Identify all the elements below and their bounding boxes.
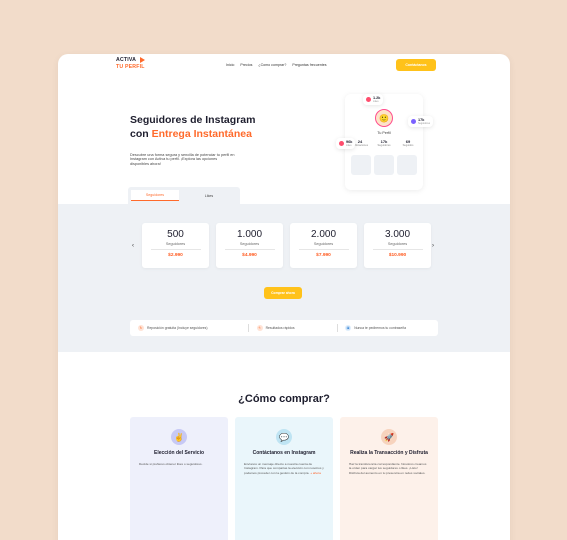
feature-item: ↻ Reposición gratuita (Incluye seguidore… — [138, 325, 248, 331]
package-price: $10.990 — [388, 252, 407, 258]
browser-page: ACTIVA TU PERFIL Inicio Precios ¿Como co… — [58, 54, 510, 540]
package-amount: 2.000 — [310, 229, 337, 240]
package-amount: 500 — [167, 229, 184, 240]
nav-item-precios[interactable]: Precios — [240, 63, 252, 67]
rocket-icon: 🚀 — [381, 429, 397, 445]
feature-text: Nunca te pediremos tu contraseña — [354, 326, 407, 330]
package-label: Seguidores — [387, 242, 408, 246]
service-tabs: Seguidores Likes — [128, 187, 240, 204]
feature-item: ϟ Resultados rápidos — [256, 325, 337, 331]
package-card[interactable]: 500 Seguidores $2.990 — [142, 223, 209, 268]
step-title: Elección del Servicio — [153, 450, 205, 456]
package-label: Seguidores — [239, 242, 260, 246]
logo-line1: ACTIVA — [116, 57, 137, 63]
package-price: $2.990 — [168, 252, 183, 258]
site-logo[interactable]: ACTIVA TU PERFIL — [116, 57, 156, 73]
post-thumbnail — [374, 155, 394, 175]
hand-icon: ✌ — [171, 429, 187, 445]
hero-description: Descubre una forma segura y sencilla de … — [130, 153, 235, 166]
divider — [298, 249, 349, 250]
followers-bubble: 17k Seguidores — [408, 116, 434, 127]
nav-item-faq[interactable]: Preguntas frecuentes — [292, 63, 326, 67]
step-description: Haz la transferencia correspondiente. No… — [349, 462, 429, 476]
logo-line2: TU PERFIL — [116, 64, 145, 70]
divider — [150, 249, 201, 250]
step-description-text: Haz la transferencia correspondiente. No… — [349, 461, 427, 475]
step-card: ✌ Elección del Servicio Decide si prefie… — [130, 417, 228, 540]
bolt-icon: ϟ — [256, 325, 263, 331]
package-label: Seguidores — [313, 242, 334, 246]
profile-stat-label: Seguidores — [377, 144, 391, 147]
post-thumbnail — [397, 155, 417, 175]
package-card[interactable]: 2.000 Seguidores $7.990 — [290, 223, 357, 268]
likes-bubble: 1.2k Likes — [363, 94, 384, 105]
package-card[interactable]: 3.000 Seguidores $10.990 — [364, 223, 431, 268]
hero-title-accent: Entrega Instantánea — [151, 128, 252, 140]
nav-item-como-comprar[interactable]: ¿Como comprar? — [258, 63, 286, 67]
buy-now-button[interactable]: Comprar ahora — [264, 287, 302, 299]
package-list: 500 Seguidores $2.990 1.000 Seguidores $… — [142, 223, 431, 268]
how-to-buy-title: ¿Cómo comprar? — [238, 393, 330, 405]
bubble-label: Likes — [373, 100, 379, 103]
profile-mockup: 🙂 Tu Perfil 24 Publicaciones 17k Seguido… — [345, 94, 423, 190]
avatar: 🙂 — [375, 109, 393, 127]
hero-title-line1: Seguidores de Instagram — [130, 114, 256, 126]
chevron-left-icon[interactable]: ‹ — [132, 243, 134, 249]
profile-stat: 69 Seguidos — [397, 139, 419, 147]
step-description: Decide si prefieres obtener likes o segu… — [139, 462, 219, 467]
bubble-label: Seguidores — [418, 122, 431, 125]
divider — [248, 324, 249, 332]
profile-stat-label: Seguidos — [402, 144, 414, 147]
profile-stat: 17k Seguidores — [373, 139, 395, 147]
post-thumbnail — [351, 155, 371, 175]
bubble-label: Likes — [346, 144, 352, 147]
feature-text: Reposición gratuita (Incluye seguidores) — [147, 326, 208, 330]
user-icon — [411, 119, 416, 124]
step-title: Contáctanos en Instagram — [252, 450, 316, 456]
profile-stats: 24 Publicaciones 17k Seguidores 69 Segui… — [349, 139, 419, 147]
heart-icon — [366, 97, 371, 102]
lock-icon: ▣ — [345, 325, 352, 331]
step-description: Envíanos un mensaje directo a nuestra cu… — [244, 462, 324, 476]
divider — [224, 249, 275, 250]
tab-likes[interactable]: Likes — [184, 190, 234, 201]
hero-title: Seguidores de Instagram con Entrega Inst… — [130, 113, 255, 141]
logo-arrow-icon — [140, 57, 145, 63]
nav-item-inicio[interactable]: Inicio — [226, 63, 234, 67]
package-price: $4.990 — [242, 252, 257, 258]
package-label: Seguidores — [165, 242, 186, 246]
step-title: Realiza la Transacción y Disfruta — [350, 450, 428, 456]
package-amount: 3.000 — [384, 229, 411, 240]
divider — [336, 324, 338, 332]
package-amount: 1.000 — [236, 229, 263, 240]
likes-bubble-2: 96k Likes — [336, 138, 356, 149]
heart-icon — [339, 141, 344, 146]
step-card: 💬 Contáctanos en Instagram Envíanos un m… — [235, 417, 333, 540]
chat-icon: 💬 — [276, 429, 292, 445]
package-card[interactable]: 1.000 Seguidores $4.990 — [216, 223, 283, 268]
profile-post-grid — [351, 155, 417, 175]
feature-text: Resultados rápidos — [265, 326, 295, 330]
profile-name: Tu Perfil — [377, 131, 391, 135]
hero-title-line2: con Entrega Instantánea — [130, 127, 255, 141]
step-link[interactable]: + ahora — [310, 471, 321, 475]
hero-title-prefix: con — [130, 128, 152, 140]
refresh-icon: ↻ — [138, 325, 144, 331]
contact-button[interactable]: Contáctanos — [396, 59, 436, 71]
feature-item: ▣ Nunca te pediremos tu contraseña — [345, 325, 406, 331]
divider — [372, 249, 423, 250]
features-bar: ↻ Reposición gratuita (Incluye seguidore… — [130, 320, 438, 336]
package-price: $7.990 — [316, 252, 331, 258]
chevron-right-icon[interactable]: › — [432, 243, 434, 249]
tab-seguidores[interactable]: Seguidores — [131, 190, 179, 201]
step-description-text: Decide si prefieres obtener likes o segu… — [139, 461, 203, 466]
step-card: 🚀 Realiza la Transacción y Disfruta Haz … — [340, 417, 438, 540]
steps-list: ✌ Elección del Servicio Decide si prefie… — [130, 417, 438, 540]
main-nav: Inicio Precios ¿Como comprar? Preguntas … — [226, 63, 327, 67]
site-header: ACTIVA TU PERFIL Inicio Precios ¿Como co… — [58, 54, 510, 78]
